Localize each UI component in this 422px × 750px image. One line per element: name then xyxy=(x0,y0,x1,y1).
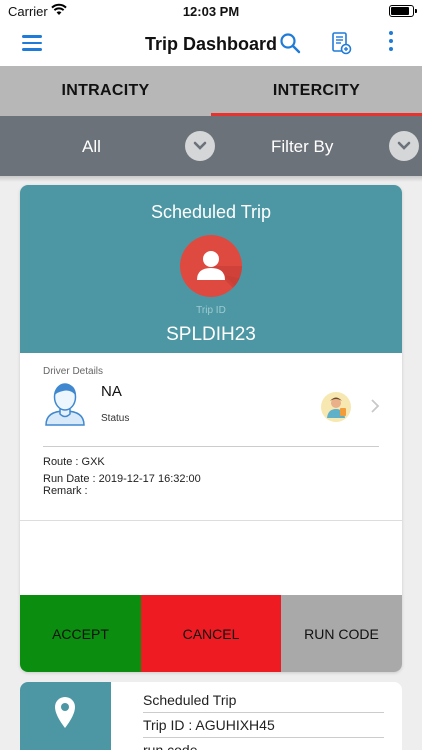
chevron-down-icon[interactable] xyxy=(185,131,215,161)
document-icon[interactable] xyxy=(330,31,352,55)
clock: 12:03 PM xyxy=(182,4,240,19)
trip-actions: ACCEPT CANCEL RUN CODE xyxy=(20,595,402,672)
driver-details-label: Driver Details xyxy=(43,366,104,377)
filter-by-label: Filter By xyxy=(271,137,334,156)
all-filter-dropdown[interactable]: All xyxy=(0,116,216,176)
page-title: Trip Dashboard xyxy=(144,34,278,54)
trip-card-2-run-code: run code xyxy=(143,742,198,750)
trip-card-header: Scheduled Trip Trip ID SPLDIH23 xyxy=(20,185,402,353)
run-code-button[interactable]: RUN CODE xyxy=(281,595,402,672)
driver-avatar-icon xyxy=(45,383,85,426)
all-filter-label: All xyxy=(82,137,101,156)
run-date-text: Run Date : 2019-12-17 16:32:00 xyxy=(43,473,201,485)
filter-by-dropdown[interactable]: Filter By xyxy=(216,116,422,176)
chevron-right-icon[interactable] xyxy=(370,399,380,413)
driver-name: NA xyxy=(101,383,122,400)
tab-intracity[interactable]: INTRACITY xyxy=(0,66,211,116)
divider xyxy=(143,737,384,738)
divider xyxy=(143,712,384,713)
divider xyxy=(20,520,402,521)
battery-icon xyxy=(389,5,417,17)
tab-intercity[interactable]: INTERCITY xyxy=(211,66,422,116)
search-icon[interactable] xyxy=(279,32,301,54)
trip-card-2-id: Trip ID : AGUHIXH45 xyxy=(143,717,275,733)
location-pin-icon xyxy=(55,697,75,728)
user-avatar-icon xyxy=(180,235,242,297)
trip-card-title: Scheduled Trip xyxy=(150,202,272,222)
remark-text: Remark : xyxy=(43,485,88,497)
route-text: Route : GXK xyxy=(43,456,105,468)
driver-status: Status xyxy=(101,413,130,424)
accept-button[interactable]: ACCEPT xyxy=(20,595,141,672)
trip-type-tabs: INTRACITY INTERCITY xyxy=(0,66,422,116)
filter-divider xyxy=(0,176,422,182)
driver-badge-icon xyxy=(321,392,351,422)
trip-card-2-title: Scheduled Trip xyxy=(143,692,237,708)
trip-id-label: Trip ID xyxy=(196,305,226,316)
cancel-button[interactable]: CANCEL xyxy=(141,595,281,672)
status-bar: Carrier 12:03 PM xyxy=(0,0,422,22)
nav-bar: Trip Dashboard xyxy=(0,22,422,66)
trip-card[interactable]: Scheduled Trip Trip ID SPLDIH23 Driver D… xyxy=(20,185,402,672)
trip-id-value: SPLDIH23 xyxy=(166,324,256,345)
divider xyxy=(43,446,379,447)
chevron-down-icon[interactable] xyxy=(389,131,419,161)
location-panel xyxy=(20,682,111,750)
trip-card-2[interactable]: Scheduled Trip Trip ID : AGUHIXH45 run c… xyxy=(20,682,402,750)
more-options-icon[interactable] xyxy=(386,31,396,55)
filter-bar: All Filter By xyxy=(0,116,422,176)
